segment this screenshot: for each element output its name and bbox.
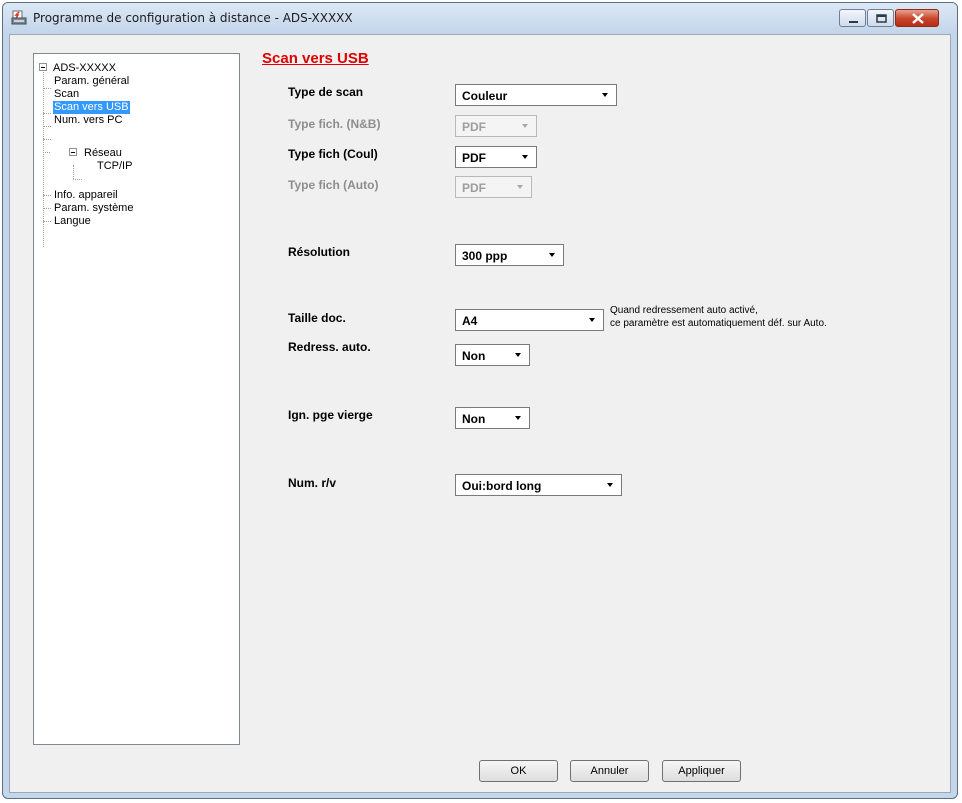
tree-item-system-settings[interactable]: Param. système [53,202,134,215]
doc-size-hint: Quand redressement auto activé, [610,305,758,316]
window-title: Programme de configuration à distance - … [33,11,353,25]
file-type-color-value: PDF [462,151,486,165]
auto-deskew-label: Redress. auto. [288,340,371,354]
settings-tree[interactable]: ADS-XXXXX Param. général Scan Scan vers … [33,53,240,745]
tree-line [43,221,51,222]
apply-button[interactable]: Appliquer [662,760,741,782]
tree-item-scan[interactable]: Scan [53,88,80,101]
title-bar[interactable]: Programme de configuration à distance - … [3,3,957,33]
file-type-color-label: Type fich (Coul) [288,147,378,161]
tree-item-network[interactable]: Réseau [83,147,123,160]
tree-line [43,88,51,89]
minimize-button[interactable] [839,9,866,27]
tree-item-language[interactable]: Langue [53,215,92,228]
tree-item-scan-to-pc[interactable]: Num. vers PC [53,114,123,127]
dialog-body: ADS-XXXXX Param. général Scan Scan vers … [9,34,951,793]
scan-type-value: Couleur [462,89,508,103]
file-type-bw-value: PDF [462,120,486,134]
ok-button[interactable]: OK [479,760,558,782]
skip-blank-label: Ign. pge vierge [288,408,373,422]
tree-item-tcpip[interactable]: TCP/IP [96,160,133,173]
tree-line [73,179,82,180]
file-type-auto-select: PDF [455,176,532,198]
chevron-down-icon [607,483,613,487]
tree-item-scan-to-usb[interactable]: Scan vers USB [53,101,130,114]
chevron-down-icon [515,353,521,357]
doc-size-hint: ce paramètre est automatiquement déf. su… [610,318,827,329]
tree-collapse-toggle[interactable] [69,148,77,156]
scan-type-select[interactable]: Couleur [455,84,617,106]
file-type-bw-label: Type fich. (N&B) [288,117,381,131]
doc-size-value: A4 [462,314,478,328]
tree-line [43,113,51,114]
auto-deskew-select[interactable]: Non [455,344,530,366]
close-button[interactable] [895,9,939,27]
app-window: Programme de configuration à distance - … [2,2,958,799]
file-type-auto-label: Type fich (Auto) [288,178,379,192]
chevron-down-icon [515,416,521,420]
skip-blank-value: Non [462,412,486,426]
chevron-down-icon [522,155,528,159]
tree-root-device[interactable]: ADS-XXXXX [52,62,117,75]
tree-item-device-info[interactable]: Info. appareil [53,189,119,202]
auto-deskew-value: Non [462,349,486,363]
chevron-down-icon [517,185,523,189]
skip-blank-select[interactable]: Non [455,407,530,429]
doc-size-label: Taille doc. [288,311,346,325]
config-printer-icon [11,10,27,26]
chevron-down-icon [602,93,608,97]
scan-type-label: Type de scan [288,85,364,99]
resolution-label: Résolution [288,245,350,259]
doc-size-select[interactable]: A4 [455,309,604,331]
file-type-bw-select: PDF [455,115,537,137]
chevron-down-icon [522,124,528,128]
resolution-select[interactable]: 300 ppp [455,244,564,266]
tree-collapse-toggle[interactable] [39,63,47,71]
tree-line [43,195,51,196]
chevron-down-icon [589,318,595,322]
tree-line [73,165,74,179]
tree-line [43,139,51,140]
duplex-label: Num. r/v [288,476,337,490]
duplex-select[interactable]: Oui:bord long [455,474,622,496]
maximize-button[interactable] [867,9,894,27]
tree-line [43,208,51,209]
tree-line [43,152,50,153]
file-type-auto-value: PDF [462,181,486,195]
tree-line [43,126,51,127]
resolution-value: 300 ppp [462,249,508,263]
minimize-icon [849,21,858,23]
section-title: Scan vers USB [262,50,369,67]
chevron-down-icon [549,253,555,257]
tree-item-general-settings[interactable]: Param. général [53,75,130,88]
duplex-value: Oui:bord long [462,479,542,493]
maximize-icon [876,14,887,23]
file-type-color-select[interactable]: PDF [455,146,537,168]
close-icon [912,13,924,24]
cancel-button[interactable]: Annuler [570,760,649,782]
